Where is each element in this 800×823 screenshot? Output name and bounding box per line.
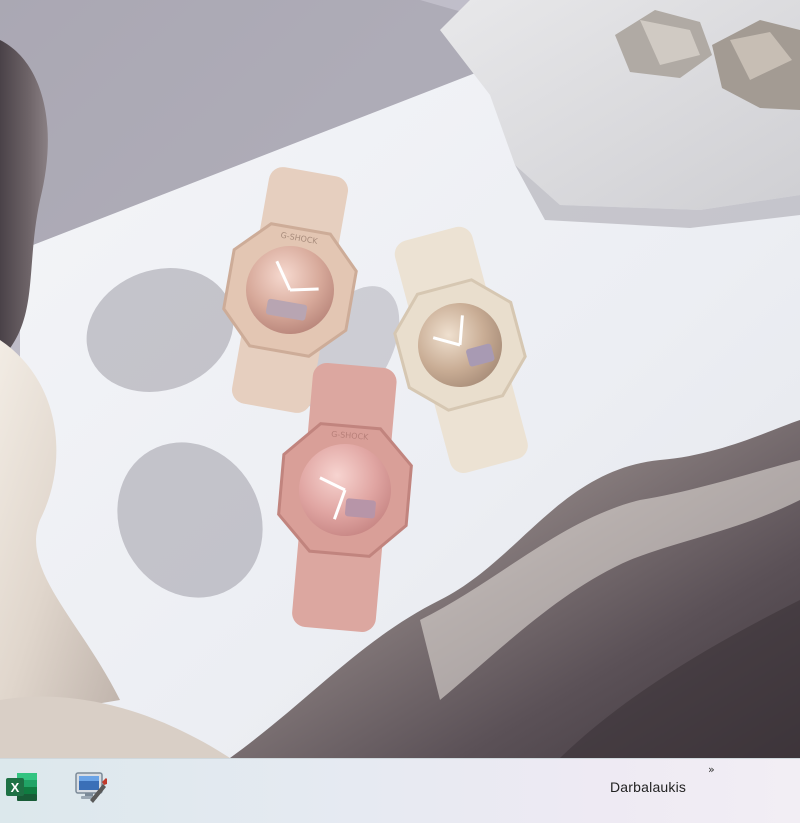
excel-icon: X	[6, 773, 37, 801]
taskbar-excel-button[interactable]: X	[4, 769, 40, 805]
remote-desktop-icon	[75, 772, 107, 803]
wallpaper-photo: G-SHOCK G-SHOCK	[0, 0, 800, 758]
taskbar-remote-desktop-button[interactable]	[72, 769, 108, 805]
desktop-wallpaper: G-SHOCK G-SHOCK	[0, 0, 800, 758]
desktop-toolbar-label[interactable]: Darbalaukis	[610, 779, 686, 795]
desktop-screen: G-SHOCK G-SHOCK X » Darbalaukis	[0, 0, 800, 823]
taskbar: X » Darbalaukis	[0, 758, 800, 823]
svg-text:X: X	[11, 780, 20, 795]
toolbar-overflow-chevron[interactable]: »	[708, 763, 715, 776]
